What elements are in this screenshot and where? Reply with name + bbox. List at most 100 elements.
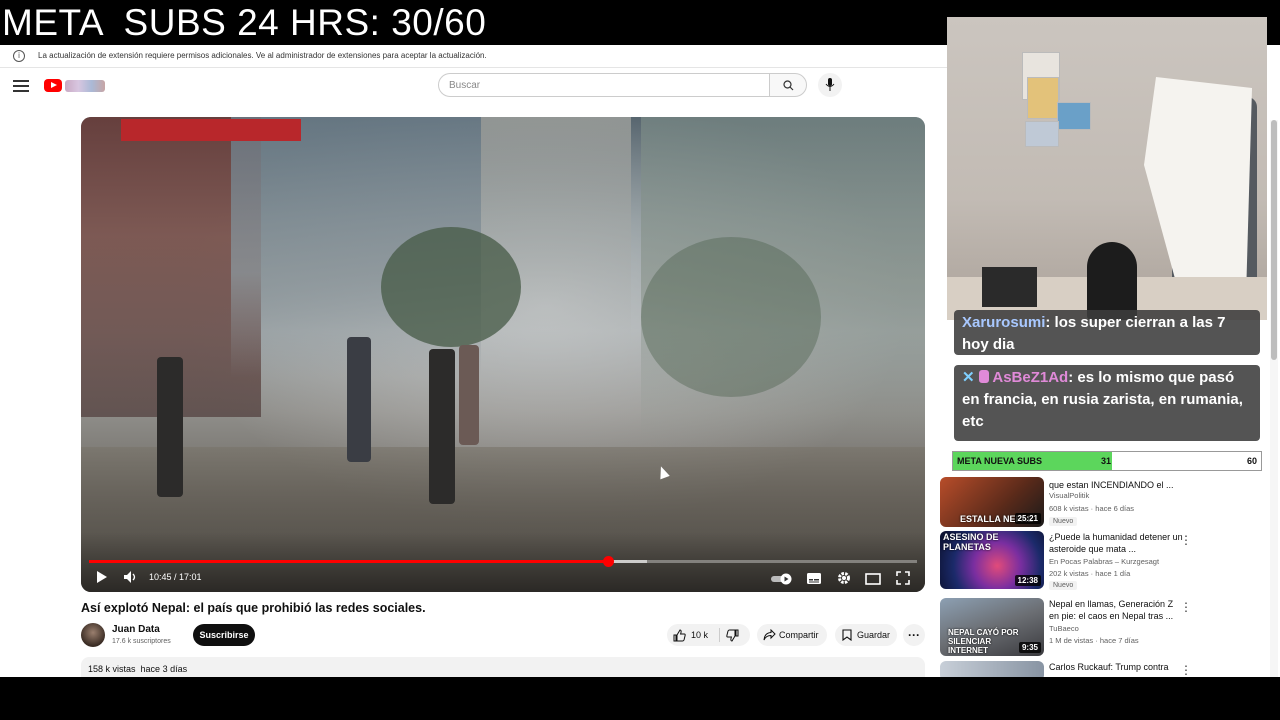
- settings-button[interactable]: [837, 571, 851, 589]
- video-scene-tree: [381, 227, 521, 347]
- new-badge: Nuevo: [1049, 581, 1078, 590]
- subtitles-button[interactable]: [807, 572, 821, 590]
- video-scene-tree: [641, 237, 821, 397]
- wall-poster: [1027, 77, 1059, 119]
- microphone-icon: [825, 78, 835, 91]
- recommended-video-title[interactable]: ¿Puede la humanidad detener un asteroide…: [1049, 531, 1184, 555]
- like-count: 10 k: [691, 630, 709, 640]
- video-duration: 25:21: [1014, 513, 1041, 524]
- description-box[interactable]: [81, 657, 925, 677]
- theater-mode-icon: [865, 573, 881, 585]
- subscriber-count: 17.6 k suscriptores: [112, 638, 171, 645]
- video-options-button[interactable]: ⋮: [1180, 600, 1192, 614]
- save-label: Guardar: [857, 630, 891, 640]
- recommended-video-title[interactable]: Carlos Ruckauf: Trump contra: [1049, 661, 1184, 673]
- recommended-video-channel[interactable]: VisualPolitik: [1049, 491, 1089, 500]
- video-title: Así explotó Nepal: el país que prohibió …: [81, 601, 426, 615]
- video-options-button[interactable]: ⋮: [1180, 533, 1192, 547]
- sub-goal-bar: META NUEVA SUBS 31 60: [952, 451, 1262, 471]
- search-button[interactable]: [769, 73, 807, 97]
- more-actions-button[interactable]: ···: [903, 624, 925, 646]
- youtube-logo[interactable]: [44, 78, 106, 94]
- new-badge: Nuevo: [1049, 517, 1078, 526]
- autoplay-toggle[interactable]: [771, 572, 795, 590]
- sub-badge-icon: [978, 370, 989, 383]
- progress-played: [89, 560, 609, 563]
- recommended-video[interactable]: ESTALLA NEPAL 25:21 que estan INCENDIAND…: [940, 477, 1270, 529]
- like-divider: [719, 628, 720, 642]
- subscribe-button[interactable]: Suscribirse: [193, 624, 255, 646]
- info-icon: i: [13, 50, 25, 62]
- share-button[interactable]: Compartir: [757, 624, 827, 646]
- search-icon: [783, 80, 794, 91]
- view-count: 158 k vistas: [88, 664, 136, 674]
- share-icon: [763, 629, 776, 641]
- chat-message: ✕ AsBeZ1Ad: es lo mismo que pasó en fran…: [954, 365, 1260, 441]
- channel-avatar[interactable]: [81, 623, 105, 647]
- description-meta: 158 k vistas hace 3 días: [88, 664, 187, 674]
- video-duration: 9:35: [1018, 642, 1041, 653]
- time-display: 10:45 / 17:01: [149, 572, 202, 582]
- video-thumbnail[interactable]: [940, 661, 1044, 677]
- dislike-button[interactable]: [726, 628, 739, 650]
- fullscreen-button[interactable]: [896, 571, 910, 589]
- fullscreen-icon: [896, 571, 910, 585]
- video-scene-sign: [121, 119, 301, 141]
- recommended-video-title[interactable]: Nepal en llamas, Generación Z en pie: el…: [1049, 598, 1184, 622]
- channel-name[interactable]: Juan Data: [112, 624, 160, 635]
- thumbs-up-icon: [673, 629, 686, 642]
- progress-bar[interactable]: [89, 556, 917, 567]
- recommended-video-channel[interactable]: TuBaeco: [1049, 624, 1079, 633]
- thumbs-down-icon: [726, 629, 739, 642]
- thumbnail-caption: NEPAL CAYÓ POR SILENCIAR INTERNET: [948, 628, 1019, 655]
- volume-button[interactable]: [123, 569, 137, 587]
- video-options-button[interactable]: ⋮: [1180, 663, 1192, 677]
- share-label: Compartir: [779, 630, 819, 640]
- video-thumbnail[interactable]: NEPAL CAYÓ POR SILENCIAR INTERNET 9:35: [940, 598, 1044, 656]
- voice-search-button[interactable]: [818, 73, 842, 97]
- hamburger-menu-button[interactable]: [13, 78, 29, 92]
- sword-badge-icon: ✕: [962, 369, 975, 386]
- wall-poster: [1057, 102, 1091, 130]
- recommended-video[interactable]: Carlos Ruckauf: Trump contra ⋮: [940, 661, 1270, 677]
- chat-username: AsBeZ1Ad: [992, 369, 1069, 386]
- thumbnail-caption: ASESINO DE PLANETAS: [943, 532, 999, 552]
- scrollbar-thumb[interactable]: [1271, 120, 1277, 360]
- recommended-video[interactable]: NEPAL CAYÓ POR SILENCIAR INTERNET 9:35 N…: [940, 598, 1270, 656]
- subtitles-icon: [807, 573, 821, 584]
- recommended-video-meta: 608 k vistas · hace 6 días: [1049, 504, 1135, 513]
- search-input[interactable]: Buscar: [438, 73, 770, 97]
- theater-mode-button[interactable]: [865, 572, 881, 590]
- hanging-shirt: [1144, 77, 1252, 297]
- sub-goal-target: 60: [1246, 456, 1257, 466]
- video-scene-person: [347, 337, 371, 462]
- recommended-video-meta: 1 M de vistas · hace 7 días: [1049, 636, 1139, 645]
- video-duration: 12:38: [1014, 575, 1041, 586]
- bottom-letterbox: [0, 677, 1280, 720]
- desk-device: [982, 267, 1037, 307]
- extension-notice-bar: i La actualización de extensión requiere…: [0, 45, 948, 68]
- like-dislike-group: 10 k: [667, 624, 750, 646]
- youtube-play-icon: [44, 79, 62, 92]
- video-scene-person: [157, 357, 183, 497]
- more-horizontal-icon: ···: [908, 628, 920, 642]
- video-scene-person: [429, 349, 455, 504]
- like-button[interactable]: [673, 628, 686, 650]
- play-button[interactable]: [95, 569, 109, 587]
- recommended-video-channel[interactable]: En Pocas Palabras – Kurzgesagt: [1049, 557, 1159, 566]
- microphone: [1087, 242, 1137, 320]
- video-player[interactable]: 10:45 / 17:01: [81, 117, 925, 592]
- volume-icon: [124, 571, 136, 583]
- video-thumbnail[interactable]: ASESINO DE PLANETAS 12:38: [940, 531, 1044, 589]
- recommended-video[interactable]: ASESINO DE PLANETAS 12:38 ¿Puede la huma…: [940, 531, 1270, 591]
- autoplay-toggle-icon: [771, 573, 792, 585]
- video-scene-person: [459, 345, 479, 445]
- logo-doodle: [65, 80, 105, 92]
- save-button[interactable]: Guardar: [835, 624, 897, 646]
- page-scrollbar[interactable]: [1270, 120, 1278, 677]
- sub-goal-label: META NUEVA SUBS: [957, 456, 1043, 466]
- play-icon: [97, 571, 107, 583]
- bookmark-icon: [842, 629, 852, 641]
- chat-username: Xarurosumi: [962, 314, 1046, 331]
- recommended-video-meta: 202 k vistas · hace 1 día: [1049, 569, 1131, 578]
